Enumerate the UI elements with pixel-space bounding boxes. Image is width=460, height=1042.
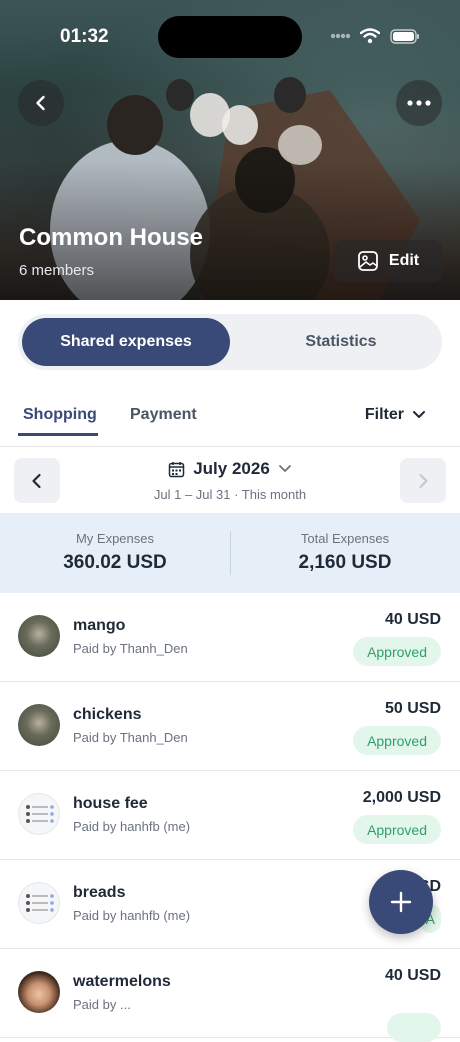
expense-name: breads	[73, 884, 126, 901]
expense-amount: 40 USD	[384, 611, 441, 628]
month-dropdown[interactable]: July 2026	[0, 459, 460, 479]
cellular-signal-icon	[330, 33, 350, 39]
tab-shopping[interactable]: Shopping	[23, 406, 97, 424]
edit-label: Edit	[388, 252, 420, 269]
expense-row[interactable]: mango Paid by Thanh_Den 40 USD Approved	[0, 593, 460, 682]
add-expense-button[interactable]	[369, 870, 433, 934]
tab-payment[interactable]: Payment	[130, 406, 197, 424]
my-expenses-value: 360.02 USD	[63, 552, 167, 573]
month-label: July 2026	[193, 459, 270, 478]
status-badge: Approved	[353, 726, 441, 755]
expense-row[interactable]: chickens Paid by Thanh_Den 50 USD Approv…	[0, 682, 460, 771]
my-expenses-label: My Expenses	[75, 531, 155, 546]
expense-amount: 2,000 USD	[362, 789, 441, 806]
expense-row[interactable]: watermelons Paid by ... 40 USD	[0, 949, 460, 1042]
wifi-icon	[360, 28, 380, 44]
status-icons	[330, 28, 420, 44]
my-expenses-summary: My Expenses 360.02 USD	[0, 513, 230, 593]
chevron-right-icon	[419, 473, 428, 488]
filter-label: Filter	[364, 406, 404, 423]
payer-avatar	[18, 882, 60, 924]
status-badge	[387, 1013, 441, 1042]
status-time: 01:32	[60, 26, 109, 47]
segment-statistics[interactable]: Statistics	[244, 318, 438, 366]
expense-payer: Paid by hanhfb (me)	[73, 819, 191, 834]
calendar-icon	[168, 461, 185, 477]
expense-name: house fee	[73, 795, 148, 812]
expense-payer: Paid by Thanh_Den	[73, 641, 188, 656]
category-tabs: Shopping Payment Filter	[0, 390, 460, 447]
expense-amount: 40 USD	[384, 967, 441, 984]
expense-name: chickens	[73, 706, 142, 723]
period-selector: July 2026 Jul 1 – Jul 31 · This month	[0, 447, 460, 513]
status-badge: Approved	[353, 815, 441, 844]
payer-avatar	[18, 971, 60, 1013]
expense-list: mango Paid by Thanh_Den 40 USD Approved …	[0, 593, 460, 1042]
image-icon	[357, 251, 378, 271]
total-expenses-value: 2,160 USD	[298, 552, 392, 573]
view-segmented-control: Shared expenses Statistics	[18, 314, 442, 370]
chevron-down-icon	[413, 411, 425, 418]
payer-avatar	[18, 615, 60, 657]
payer-avatar	[18, 704, 60, 746]
payer-avatar	[18, 793, 60, 835]
expense-row[interactable]: house fee Paid by hanhfb (me) 2,000 USD …	[0, 771, 460, 860]
segment-shared-expenses[interactable]: Shared expenses	[22, 318, 230, 366]
expense-payer: Paid by hanhfb (me)	[73, 908, 191, 923]
member-count: 6 members	[19, 262, 95, 279]
expense-payer: Paid by Thanh_Den	[73, 730, 188, 745]
more-options-button[interactable]	[396, 80, 442, 126]
group-title: Common House	[19, 224, 204, 251]
total-expenses-summary: Total Expenses 2,160 USD	[230, 513, 460, 593]
edit-cover-button[interactable]: Edit	[334, 240, 442, 282]
expense-summary: My Expenses 360.02 USD Total Expenses 2,…	[0, 513, 460, 593]
back-button[interactable]	[18, 80, 64, 126]
status-badge: Approved	[353, 637, 441, 666]
chevron-down-icon	[278, 465, 291, 472]
battery-icon	[390, 28, 419, 44]
expense-name: watermelons	[73, 973, 171, 990]
dynamic-island	[158, 16, 302, 58]
chevron-left-icon	[36, 95, 45, 111]
expense-amount: 50 USD	[384, 700, 441, 717]
plus-icon	[390, 891, 412, 913]
more-dots-icon	[407, 100, 431, 106]
expense-payer: Paid by ...	[73, 997, 131, 1012]
expense-name: mango	[73, 617, 126, 634]
date-range-label: Jul 1 – Jul 31 · This month	[153, 487, 307, 502]
total-expenses-label: Total Expenses	[300, 531, 390, 546]
active-tab-indicator	[18, 433, 98, 436]
next-month-button[interactable]	[400, 458, 446, 503]
document-thumbnail-icon	[26, 805, 54, 823]
filter-button[interactable]: Filter	[365, 406, 426, 424]
document-thumbnail-icon	[26, 894, 54, 912]
